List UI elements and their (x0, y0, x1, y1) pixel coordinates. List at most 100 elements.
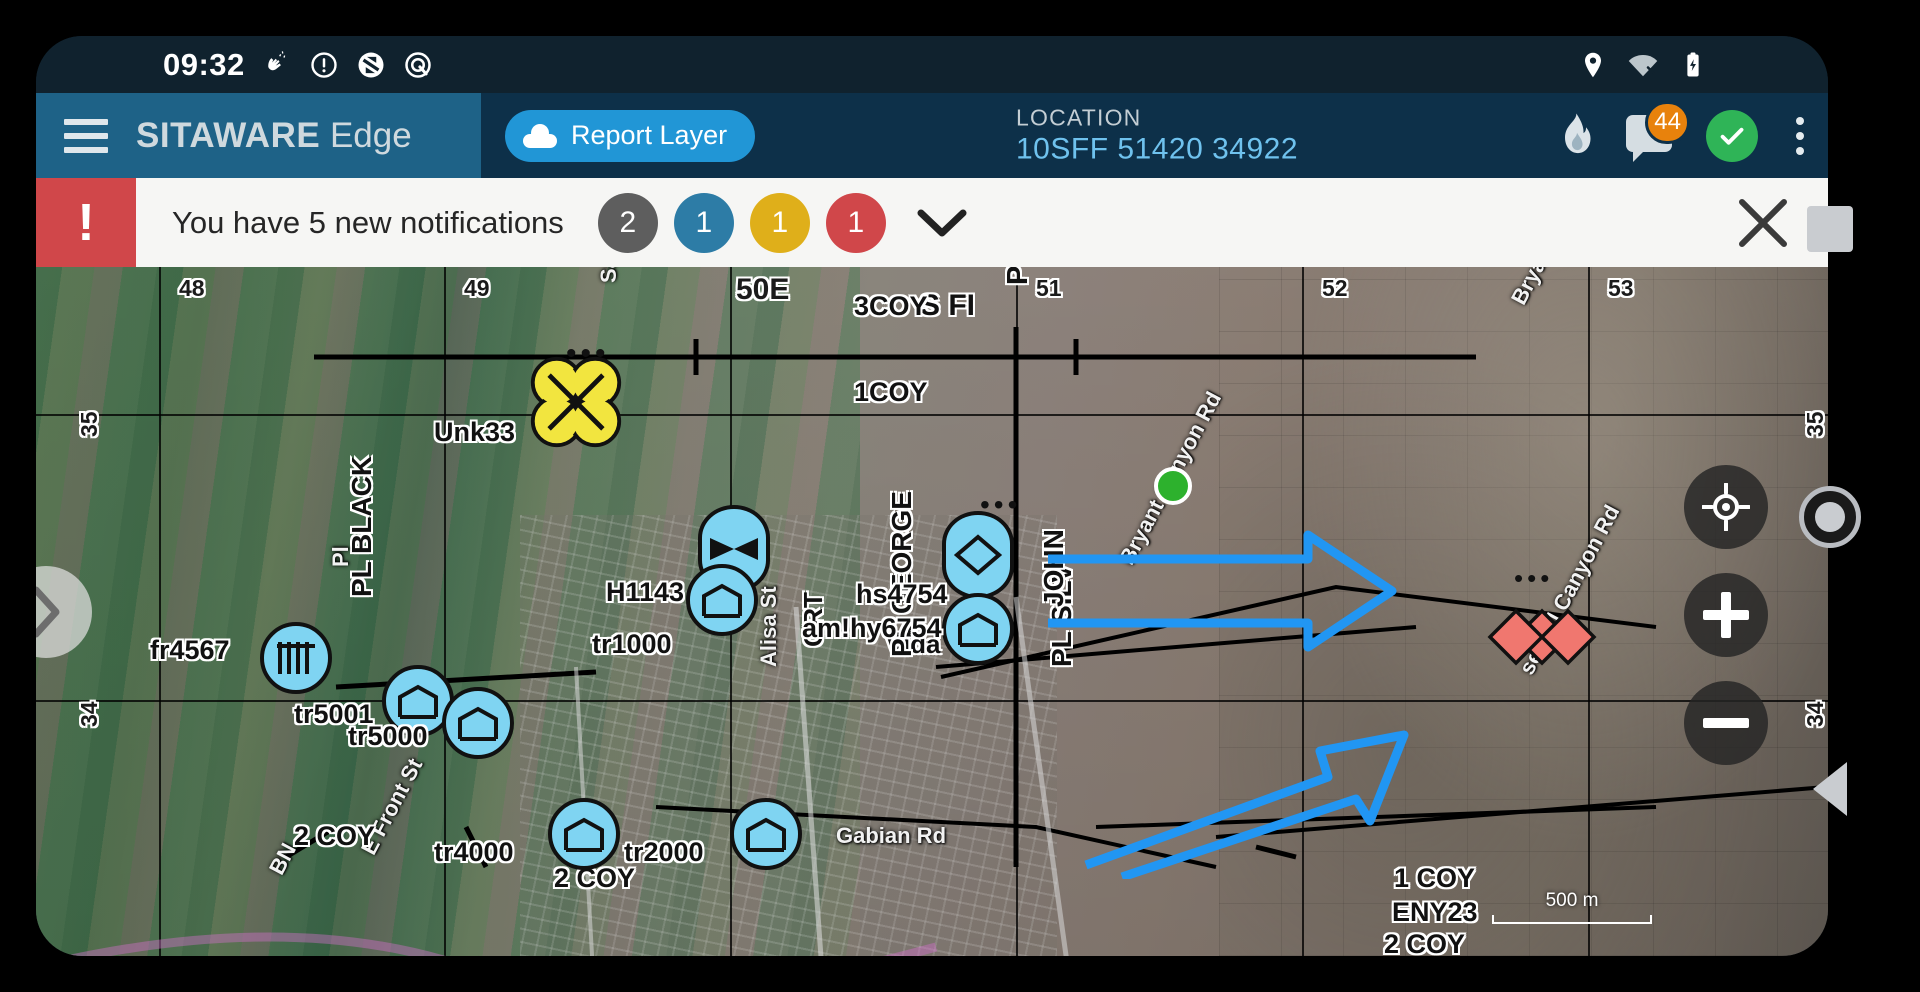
friendly-unit-marker[interactable] (942, 511, 1014, 599)
android-status-bar: 09:32 (36, 36, 1828, 93)
crosshair-icon (1702, 483, 1750, 531)
friendly-unit-marker[interactable] (730, 798, 802, 870)
road-label: Gabian Rd (836, 823, 947, 848)
tactical-map[interactable]: 48 49 50E 51 52 53 35 34 35 34 S FI PL B… (36, 267, 1828, 956)
friendly-unit-marker[interactable] (548, 798, 620, 870)
clap-hand-icon (268, 50, 286, 70)
badge-count: 1 (771, 205, 789, 239)
road-label: S FI (920, 289, 976, 322)
status-bar-left-group: 09:32 (163, 47, 433, 83)
my-location-button[interactable] (1684, 465, 1768, 549)
road-label: PL SILVER (1002, 267, 1035, 285)
armor-symbol (954, 534, 1002, 576)
check-circle-icon (1720, 127, 1744, 145)
battery-charging-icon (1687, 52, 1699, 76)
do-not-disturb-icon (405, 51, 431, 78)
infantry-symbol (398, 684, 438, 719)
unit-label: tr1000 (592, 629, 672, 659)
zoom-in-button[interactable] (1684, 573, 1768, 657)
friendly-unit-marker[interactable] (442, 687, 514, 759)
infantry-symbol (958, 612, 998, 647)
supply-point-symbol (277, 642, 315, 674)
friendly-unit-marker[interactable] (260, 622, 332, 694)
chevron-down-icon[interactable] (916, 206, 968, 240)
app-header-bar: SITAWARE Edge Report Layer LOCATION 10SF… (36, 93, 1828, 178)
notification-message: You have 5 new notifications (172, 204, 564, 240)
notification-badge[interactable]: 1 (673, 192, 734, 253)
notification-badge[interactable]: 1 (825, 192, 886, 253)
road-label: Alisa St (756, 586, 781, 667)
location-pin-icon (1585, 52, 1601, 77)
connection-status-button[interactable] (1706, 109, 1758, 162)
wifi-off-icon (1628, 54, 1658, 76)
zoom-out-button[interactable] (1684, 681, 1768, 765)
kebab-menu-icon[interactable] (1792, 113, 1804, 159)
phone-screen: 09:32 SITAWARE Edge Report Layer LOCATIO… (36, 36, 1828, 956)
map-scale-bar: 500 m (1492, 890, 1652, 924)
chat-notifications-button[interactable]: 44 (1626, 100, 1690, 162)
objective-marker[interactable] (1154, 467, 1192, 505)
boundary-label: 2 COY (1384, 929, 1466, 956)
badge-count: 1 (695, 205, 713, 239)
infantry-symbol (702, 583, 742, 618)
badge-count: 1 (847, 205, 865, 239)
notification-banner: ! You have 5 new notifications 2 1 1 1 (36, 178, 1828, 267)
unit-label: tr4000 (434, 837, 514, 867)
badge-count: 2 (619, 205, 637, 239)
boundary-label: 1COY (854, 377, 928, 407)
unit-label: Unk33 (434, 417, 516, 447)
infantry-symbol (458, 706, 498, 741)
road-label: Pl (328, 546, 353, 567)
marker-modifier-dots: ••• (980, 489, 1022, 520)
notification-badge-group: 2 1 1 1 (597, 192, 886, 253)
chat-badge-count: 44 (1645, 100, 1690, 144)
report-layer-button[interactable]: Report Layer (505, 109, 756, 162)
sync-disabled-icon (358, 52, 384, 77)
cloud-icon (523, 123, 557, 148)
scale-bar-graphic (1492, 915, 1652, 924)
friendly-unit-marker[interactable] (942, 593, 1014, 665)
hostile-unit-marker[interactable] (1482, 585, 1602, 695)
plus-icon (1703, 592, 1749, 638)
boundary-label: 2 COY (294, 821, 376, 851)
brand-zone: SITAWARE Edge (36, 93, 481, 178)
unit-label: fr4567 (150, 635, 230, 665)
brand-edition: Edge (329, 115, 412, 155)
close-x-icon[interactable] (1736, 196, 1790, 250)
friendly-unit-marker[interactable] (686, 564, 758, 636)
minus-icon (1703, 718, 1749, 728)
app-title: SITAWARE Edge (136, 116, 412, 156)
location-readout[interactable]: LOCATION 10SFF 51420 34922 (1016, 104, 1298, 167)
report-layer-label: Report Layer (571, 120, 728, 150)
road-label: PL BLACK (346, 455, 377, 597)
unit-label: am!hy6754 (802, 613, 942, 643)
unit-label: H1143 (606, 577, 685, 607)
notification-badge[interactable]: 1 (749, 192, 810, 253)
app-header-actions: 44 (1556, 100, 1804, 162)
device-frame: 09:32 SITAWARE Edge Report Layer LOCATIO… (0, 0, 1920, 992)
infantry-symbol (564, 817, 604, 852)
road-label: JOHN (1038, 529, 1069, 607)
infantry-symbol (746, 817, 786, 852)
brand-name: SITAWARE (136, 115, 321, 155)
boundary-label: 1 COY (1394, 863, 1476, 893)
status-clock: 09:32 (163, 46, 245, 82)
boundary-label: 3COY (854, 291, 928, 321)
marker-modifier-dots: ••• (1514, 563, 1554, 593)
scale-label: 500 m (1545, 890, 1599, 911)
marker-modifier-dots: ••• (566, 337, 610, 370)
unit-label: ENY23 (1392, 897, 1478, 927)
chevron-right-icon (36, 586, 60, 637)
air-defense-symbol (710, 538, 758, 560)
unit-label: tr5000 (348, 721, 428, 751)
flame-icon[interactable] (1556, 113, 1592, 159)
exclamation-icon: ! (36, 178, 136, 267)
road-label: San (596, 267, 622, 283)
alert-circle-icon (311, 51, 337, 78)
location-value: 10SFF 51420 34922 (1016, 132, 1299, 166)
hamburger-menu-icon[interactable] (64, 118, 108, 153)
location-label: LOCATION (1016, 104, 1142, 131)
status-bar-right-group (1578, 50, 1708, 80)
unit-label: tr2000 (624, 837, 704, 867)
notification-badge[interactable]: 2 (597, 192, 658, 253)
